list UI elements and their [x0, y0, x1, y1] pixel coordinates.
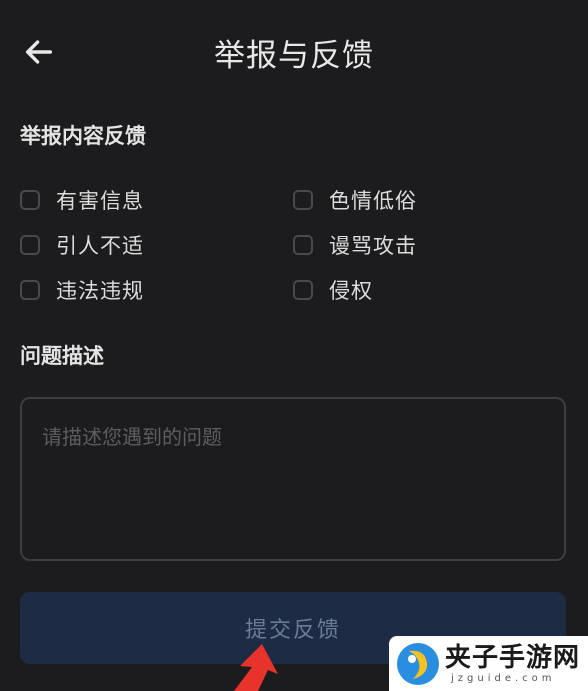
- page-title: 举报与反馈: [214, 38, 374, 74]
- description-field: [20, 397, 566, 561]
- checkbox[interactable]: [293, 190, 313, 210]
- site-watermark: 夹子手游网 jzguide.com: [389, 636, 588, 691]
- description-input[interactable]: [22, 399, 564, 559]
- option-label: 色情低俗: [329, 189, 417, 213]
- option-label: 有害信息: [56, 189, 144, 213]
- option-label: 侵权: [329, 279, 373, 303]
- option-infringement[interactable]: 侵权: [293, 270, 373, 310]
- annotation-arrow-icon: [234, 644, 278, 691]
- checkbox[interactable]: [293, 235, 313, 255]
- checkbox[interactable]: [20, 280, 40, 300]
- watermark-domain: jzguide.com: [451, 672, 556, 684]
- watermark-logo-icon: [397, 642, 439, 685]
- option-label: 引人不适: [56, 234, 144, 258]
- watermark-name: 夹子手游网: [445, 642, 581, 673]
- option-disturbing[interactable]: 引人不适: [20, 225, 144, 265]
- checkbox[interactable]: [20, 190, 40, 210]
- option-harmful-info[interactable]: 有害信息: [20, 180, 144, 220]
- option-pornographic[interactable]: 色情低俗: [293, 180, 417, 220]
- description-section-title: 问题描述: [20, 344, 104, 368]
- header: 举报与反馈: [0, 0, 588, 106]
- checkbox[interactable]: [293, 280, 313, 300]
- option-label: 违法违规: [56, 279, 144, 303]
- option-illegal[interactable]: 违法违规: [20, 270, 144, 310]
- option-abuse[interactable]: 谩骂攻击: [293, 225, 417, 265]
- report-section-title: 举报内容反馈: [20, 124, 146, 148]
- checkbox[interactable]: [20, 235, 40, 255]
- option-label: 谩骂攻击: [329, 234, 417, 258]
